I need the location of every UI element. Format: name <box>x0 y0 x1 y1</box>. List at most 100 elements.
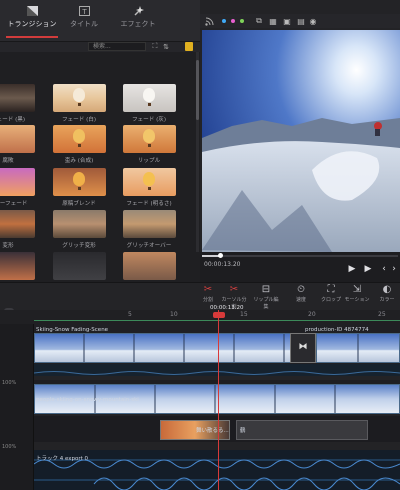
grid-icon[interactable]: ▦ <box>268 16 278 26</box>
transition-thumb[interactable] <box>123 252 176 280</box>
work-area-bar <box>34 320 400 321</box>
preview-toolbar: ⧉ ▦ ▣ ▤ ◉ <box>200 14 400 28</box>
tab-transition[interactable]: トランジション <box>2 4 62 38</box>
transition-thumb[interactable] <box>123 168 176 196</box>
tab-effect[interactable]: エフェクト <box>108 4 168 38</box>
transition-thumb[interactable] <box>53 84 106 112</box>
cursor-split-icon: ✂ <box>229 284 239 295</box>
playhead-line[interactable] <box>218 310 219 490</box>
track-headers <box>0 324 34 490</box>
thumb-label: フェード (黒) <box>0 117 26 123</box>
preview-frame <box>202 30 400 252</box>
transition-thumb[interactable] <box>123 84 176 112</box>
transition-icon: ⧓ <box>298 342 308 352</box>
transition-thumb[interactable] <box>123 210 176 238</box>
transition-thumb[interactable] <box>0 210 35 238</box>
transition-thumb[interactable] <box>0 84 35 112</box>
video-preview[interactable] <box>202 30 400 252</box>
ripple-edit-icon: ⊟ <box>261 284 271 295</box>
playhead-handle[interactable] <box>213 312 225 318</box>
clip-frames <box>317 334 399 362</box>
safe-area-icon[interactable]: ▣ <box>282 16 292 26</box>
thumb-label: グリッチオーバー <box>126 243 172 249</box>
video-clip[interactable] <box>34 333 304 363</box>
motion-button[interactable]: ⇲ モーション <box>344 284 370 303</box>
thumb-label: フェード (明るさ) <box>126 201 172 207</box>
color-button[interactable]: ◐ カラー <box>374 284 400 303</box>
next-frame-icon[interactable]: › <box>389 264 399 274</box>
ruler-tick: 15 <box>240 311 248 318</box>
crop-icon: ⛶ <box>327 284 335 295</box>
ripple-edit-button[interactable]: ⊟ リップル編集 <box>253 284 279 310</box>
snapshot-icon[interactable]: ⧉ <box>254 16 264 26</box>
thumb-label: 変形 <box>2 243 14 249</box>
ruler-tick: 25 <box>378 311 386 318</box>
tab-label: タイトル <box>70 20 98 28</box>
clip-label: 鶴 <box>240 428 246 434</box>
transition-icon <box>26 6 38 16</box>
gallery-scroll-thumb[interactable] <box>196 60 199 120</box>
video-clip[interactable] <box>316 333 400 363</box>
thumb-label: フェード (灰) <box>131 117 167 123</box>
prev-frame-icon[interactable]: ‹ <box>379 264 389 274</box>
scissors-icon: ✂ <box>203 284 213 295</box>
ruler-tick: 20 <box>308 311 316 318</box>
overlay-icon[interactable]: ▤ <box>296 16 306 26</box>
speed-icon: ⏲ <box>297 284 305 295</box>
transition-thumb[interactable] <box>0 125 35 153</box>
ruler-tick: 5 <box>128 311 132 318</box>
thumb-label: リップル <box>137 158 161 164</box>
speed-button[interactable]: ⏲ 速度 <box>288 284 314 303</box>
preview-scrubber[interactable] <box>202 255 398 257</box>
timeline-ruler[interactable] <box>0 310 400 324</box>
color-dot-icon[interactable] <box>231 19 235 23</box>
color-icon: ◐ <box>382 284 392 295</box>
rss-icon[interactable] <box>205 17 214 26</box>
ruler-tick: 10 <box>170 311 178 318</box>
tab-label: トランジション <box>7 20 57 28</box>
scrubber-handle[interactable] <box>218 253 223 258</box>
clip-label: トラック 4 export 0 <box>36 456 89 462</box>
app-window: { "tabs": [ {"label": "トランジション", "icon":… <box>0 0 400 490</box>
play-icon[interactable]: ▶ <box>347 264 357 274</box>
thumb-label: グリッチ変形 <box>62 243 96 249</box>
audio-waveform <box>33 459 400 490</box>
tab-title[interactable]: T タイトル <box>54 4 114 38</box>
transition-thumb[interactable] <box>123 125 176 153</box>
thumb-label: フェード (白) <box>61 117 97 123</box>
motion-icon: ⇲ <box>352 284 362 295</box>
color-dot-icon[interactable] <box>222 19 226 23</box>
grid-view-icon[interactable] <box>185 42 193 51</box>
clip-label: people-skiing-on-snowy-mountain-ski <box>36 397 139 403</box>
effect-icon <box>134 6 144 16</box>
transition-thumb[interactable] <box>53 210 106 238</box>
tool-label: 分割 <box>202 297 213 303</box>
track-level: 100% <box>2 444 17 450</box>
split-button[interactable]: ✂ 分割 <box>195 284 221 303</box>
title-icon: T <box>78 6 90 16</box>
transition-thumb[interactable] <box>53 125 106 153</box>
transition-thumb[interactable] <box>0 168 35 196</box>
playhead-timecode: 00:00:13.20 <box>210 305 244 311</box>
tool-label: カラー <box>379 297 395 303</box>
clip-label: 舞い散るる... <box>196 428 229 434</box>
fit-icon[interactable]: ⛶ <box>151 42 159 51</box>
audio-waveform <box>33 371 400 375</box>
transition-thumb[interactable] <box>53 168 106 196</box>
crop-button[interactable]: ⛶ クロップ <box>318 284 344 303</box>
thumb-label: 腐敗 <box>2 158 14 164</box>
thumb-label: カラーフェード <box>0 201 28 207</box>
search-input[interactable]: 検索... <box>88 42 146 51</box>
title-clip[interactable] <box>236 420 368 440</box>
track-level: 100% <box>2 380 17 386</box>
thumb-label: 歪み (合成) <box>64 158 94 164</box>
color-dot-icon[interactable] <box>240 19 244 23</box>
transition-thumb[interactable] <box>0 252 35 280</box>
transition-thumb[interactable] <box>53 252 106 280</box>
play-selection-icon[interactable]: ▶ <box>363 264 373 274</box>
clip-frames <box>35 334 303 362</box>
tool-label: 速度 <box>295 297 306 303</box>
sort-icon[interactable]: ⇅ <box>162 42 170 51</box>
thumb-label: 原稿ブレンド <box>62 201 96 207</box>
eye-icon[interactable]: ◉ <box>308 16 318 26</box>
